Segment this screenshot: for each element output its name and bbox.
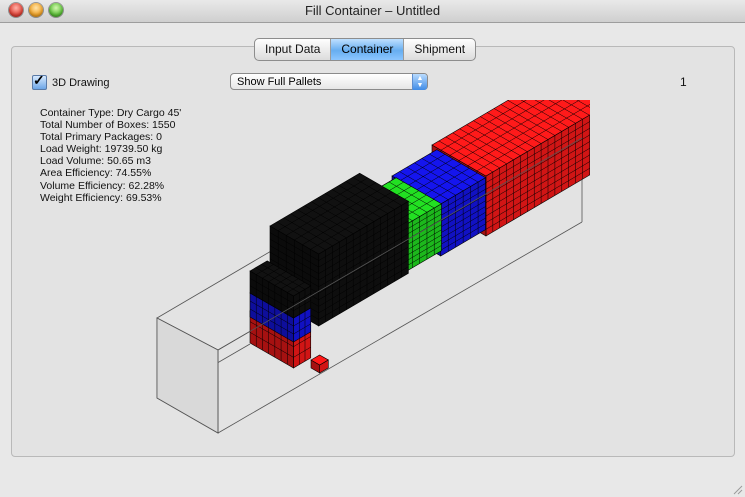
- container-door-panel: [156, 317, 219, 434]
- drawing-3d-checkbox[interactable]: [32, 72, 47, 90]
- cargo-boxes: [249, 100, 590, 374]
- window-title: Fill Container – Untitled: [304, 3, 441, 18]
- app-window: Fill Container – Untitled Input Data Con…: [0, 0, 745, 497]
- updown-arrows-icon: ▲ ▼: [412, 74, 427, 90]
- view-mode-select[interactable]: Show Full Pallets ▲ ▼: [230, 73, 428, 90]
- tab-input-data[interactable]: Input Data: [255, 39, 332, 60]
- title-bar: Fill Container – Untitled: [0, 0, 745, 23]
- drawing-3d-toggle[interactable]: 3D Drawing: [32, 72, 110, 90]
- resize-grip-icon[interactable]: [731, 483, 743, 495]
- tab-container[interactable]: Container: [331, 39, 405, 60]
- view-mode-value: Show Full Pallets: [237, 76, 322, 88]
- page-number: 1: [680, 75, 687, 89]
- tab-bar: Input Data Container Shipment: [254, 38, 477, 61]
- container-3d-drawing[interactable]: [150, 100, 590, 440]
- tab-shipment[interactable]: Shipment: [404, 39, 475, 60]
- drawing-3d-label: 3D Drawing: [52, 76, 110, 89]
